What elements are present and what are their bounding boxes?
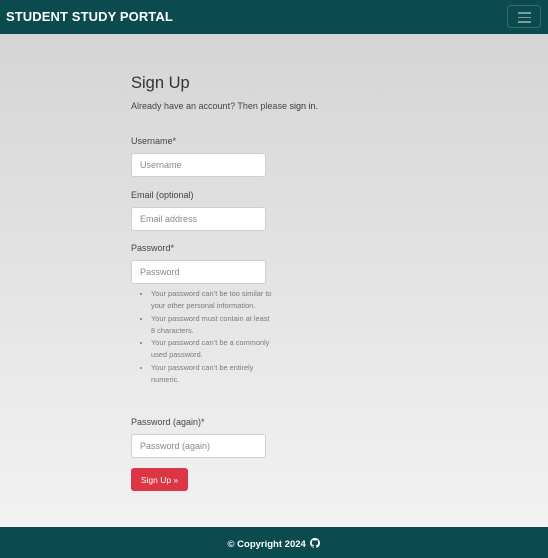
password-help-item: Your password must contain at least 8 ch… — [151, 313, 275, 338]
top-navbar: STUDENT STUDY PORTAL — [0, 0, 548, 34]
hamburger-bar — [518, 21, 531, 23]
github-icon[interactable] — [310, 538, 321, 548]
password-help-list: Your password can’t be too similar to yo… — [140, 288, 275, 386]
signin-prompt-suffix: . — [315, 101, 318, 111]
password-help-item: Your password can’t be entirely numeric. — [151, 362, 275, 387]
password-help-item: Your password can’t be a commonly used p… — [151, 337, 275, 362]
signup-submit-button[interactable]: Sign Up » — [131, 468, 188, 491]
navbar-toggle-button[interactable] — [507, 5, 541, 28]
username-label: Username* — [131, 136, 177, 146]
signin-prompt-text: Already have an account? Then please — [131, 101, 290, 111]
hamburger-bar — [518, 16, 531, 18]
signin-prompt: Already have an account? Then please sig… — [131, 101, 318, 111]
username-input[interactable] — [131, 153, 266, 177]
copyright-text: © Copyright 2024 — [227, 539, 306, 550]
brand-logo-text[interactable]: STUDENT STUDY PORTAL — [6, 9, 173, 24]
password-again-input[interactable] — [131, 434, 266, 458]
password-again-label: Password (again)* — [131, 417, 205, 427]
footer-copyright: © Copyright 2024 — [0, 538, 548, 550]
password-label: Password* — [131, 243, 175, 253]
password-help-item: Your password can’t be too similar to yo… — [151, 288, 275, 313]
signin-link[interactable]: sign in — [289, 101, 315, 111]
page-title: Sign Up — [131, 74, 190, 92]
password-input[interactable] — [131, 260, 266, 284]
footer: © Copyright 2024 — [0, 527, 548, 558]
hamburger-menu-icon — [518, 12, 531, 14]
email-input[interactable] — [131, 207, 266, 231]
email-label: Email (optional) — [131, 190, 194, 200]
